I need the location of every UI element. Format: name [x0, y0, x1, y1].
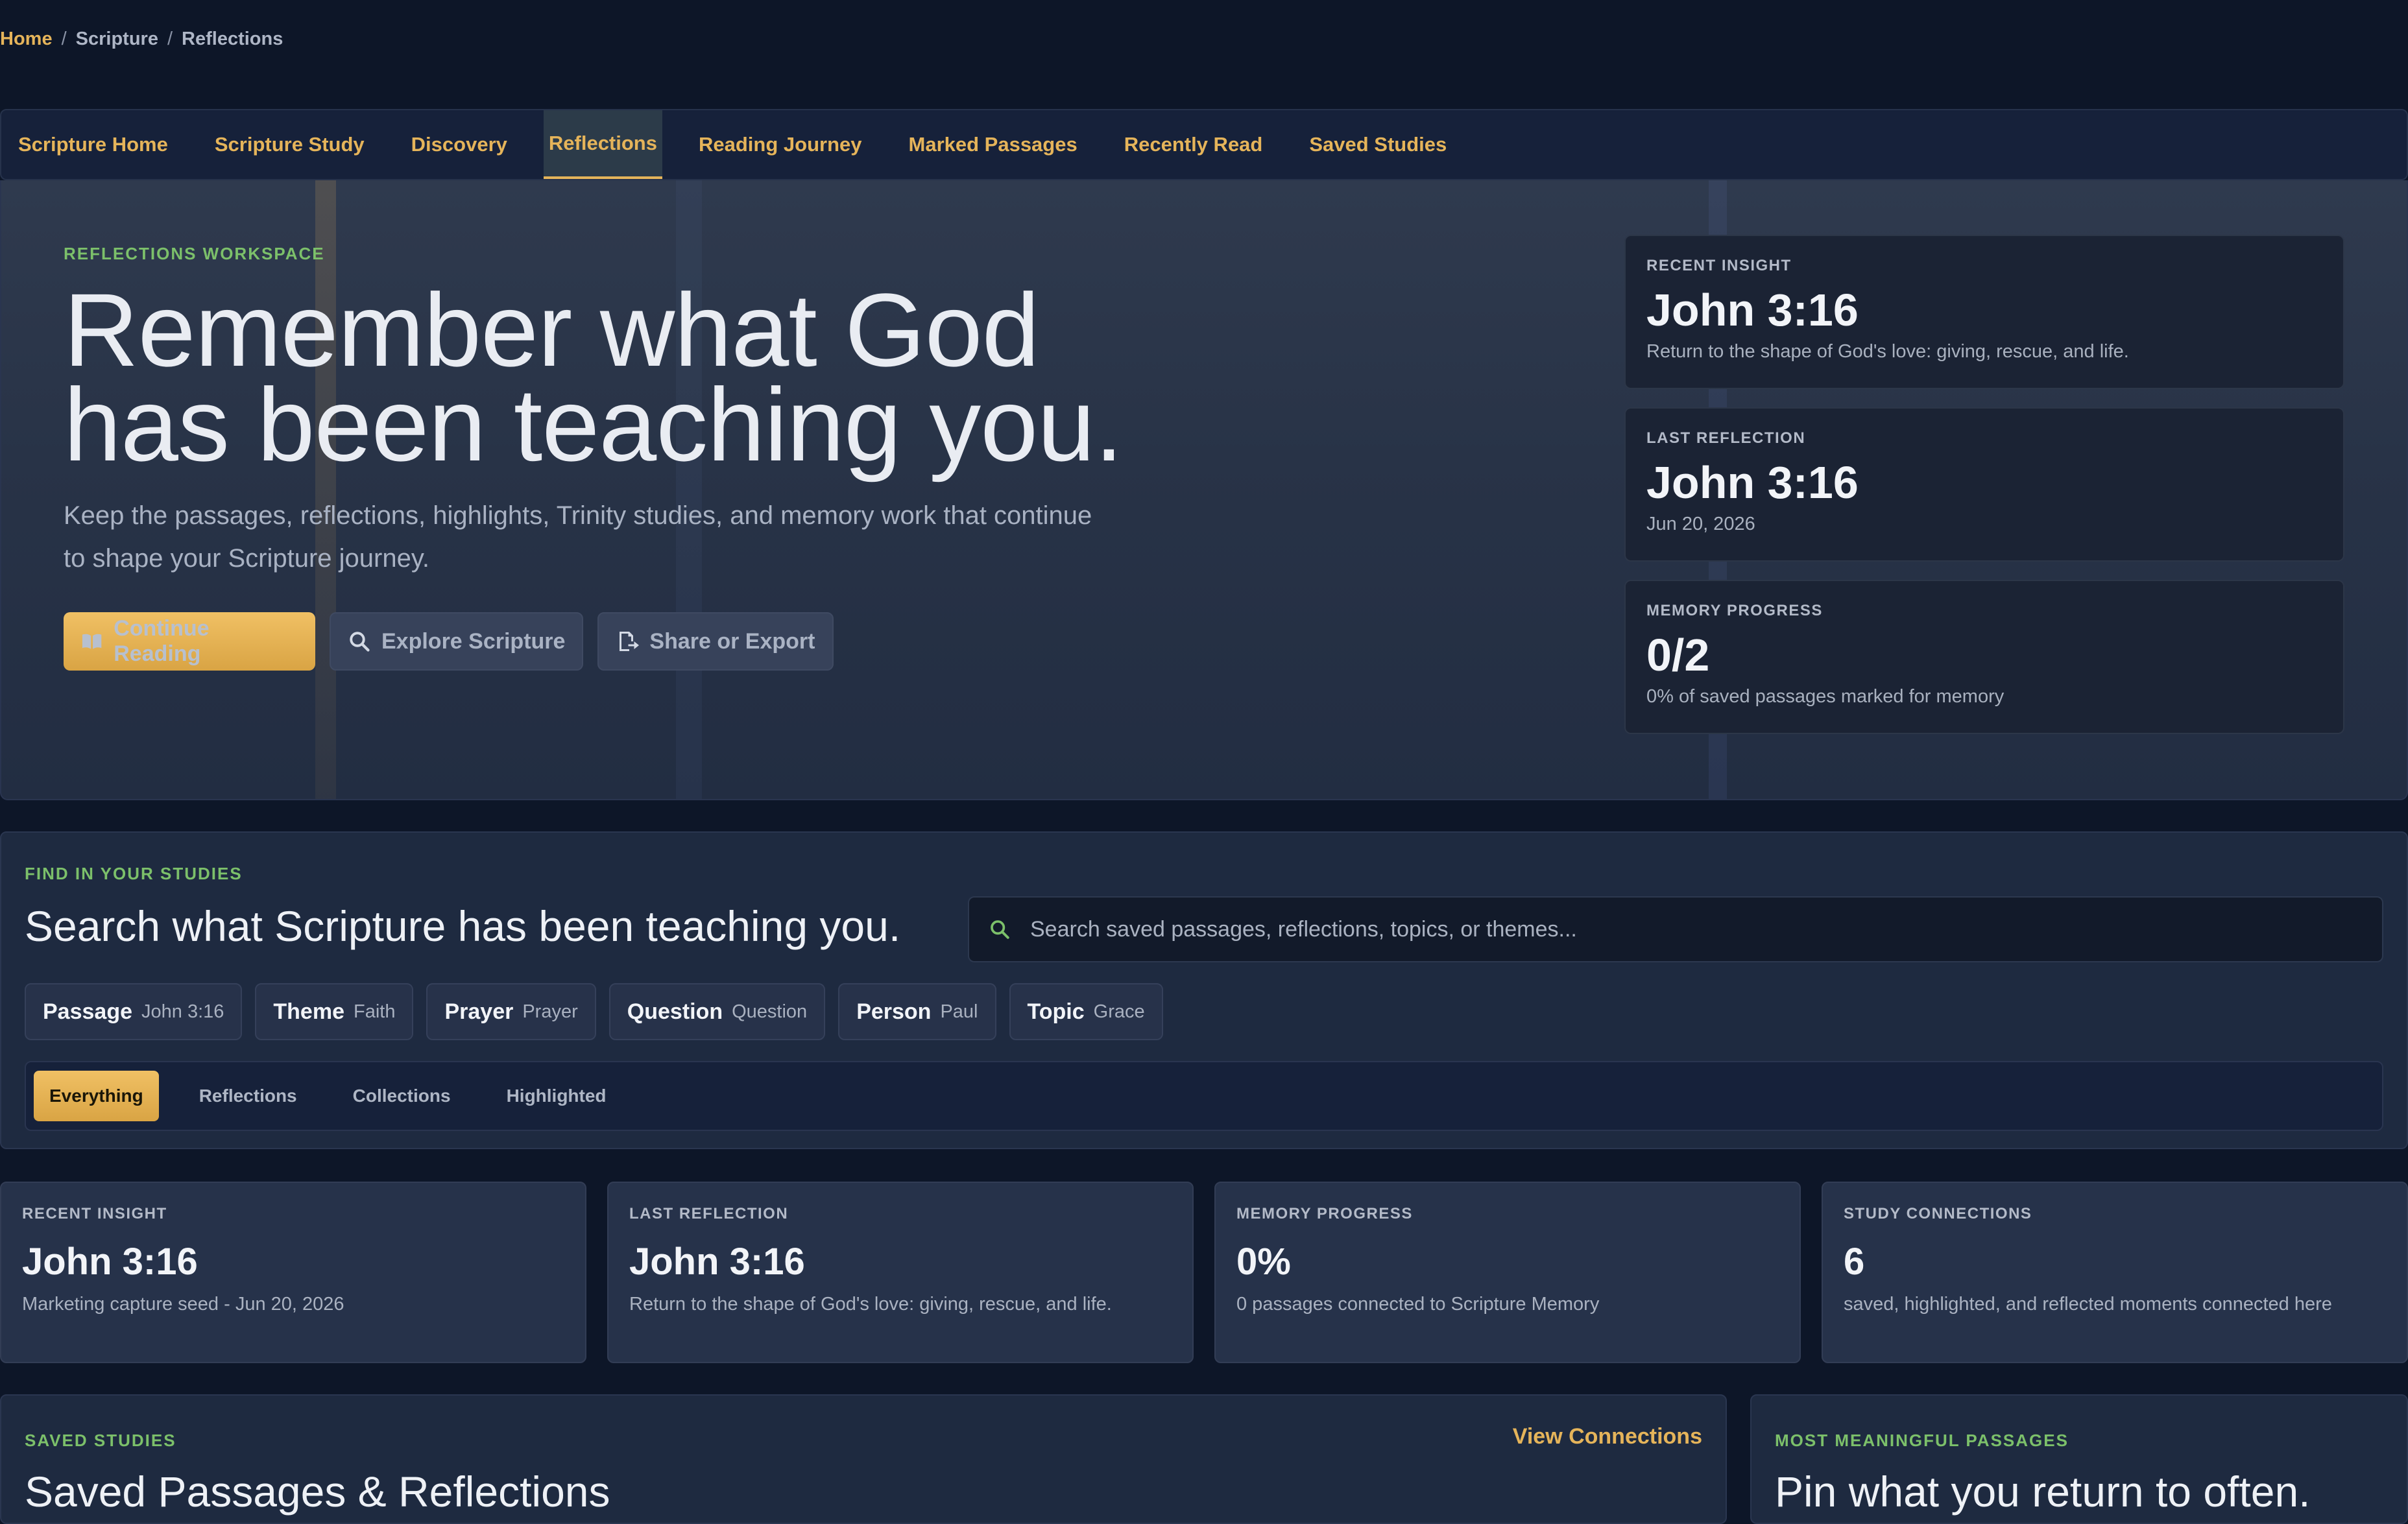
chip-key: Prayer	[444, 999, 514, 1024]
continue-reading-button[interactable]: Continue Reading	[64, 612, 315, 671]
hero-actions: Continue Reading Explore Scripture Share…	[64, 612, 834, 671]
search-icon	[350, 632, 370, 652]
stats-row: RECENT INSIGHT John 3:16 Marketing captu…	[0, 1182, 2408, 1363]
search-section: FIND IN YOUR STUDIES Search what Scriptu…	[0, 831, 2408, 1149]
breadcrumb: Home / Scripture / Reflections	[0, 29, 283, 50]
stat-value: John 3:16	[22, 1241, 198, 1283]
hero-subtitle: Keep the passages, reflections, highligh…	[64, 501, 1092, 573]
stat-label: RECENT INSIGHT	[22, 1205, 167, 1222]
continue-reading-label: Continue Reading	[114, 616, 210, 666]
tab-scripture-study[interactable]: Scripture Study	[204, 110, 375, 179]
filter-tab-everything[interactable]: Everything	[34, 1071, 159, 1121]
stat-value: 6	[1844, 1241, 1865, 1283]
stat-value: John 3:16	[629, 1241, 805, 1283]
book-icon	[82, 634, 102, 649]
chip-value: Faith	[353, 1001, 396, 1022]
chip-key: Question	[627, 999, 723, 1024]
chip-key: Person	[856, 999, 932, 1024]
stat-description: Return to the shape of God's love: givin…	[629, 1294, 1112, 1315]
breadcrumb-separator: /	[167, 29, 173, 49]
chip-question[interactable]: Question Question	[608, 983, 826, 1040]
card-value: John 3:16	[1646, 285, 1859, 335]
breadcrumb-scripture-link[interactable]: Scripture	[76, 29, 158, 50]
stat-memory-progress[interactable]: MEMORY PROGRESS 0% 0 passages connected …	[1214, 1182, 1801, 1363]
search-placeholder: Search saved passages, reflections, topi…	[1030, 916, 1577, 942]
stat-label: MEMORY PROGRESS	[1236, 1205, 1413, 1222]
hero-title: Remember what God has been teaching you.	[64, 278, 1296, 477]
stat-recent-insight[interactable]: RECENT INSIGHT John 3:16 Marketing captu…	[0, 1182, 586, 1363]
content-filter-tabs: Everything Reflections Collections Highl…	[25, 1061, 2383, 1131]
tab-scripture-home[interactable]: Scripture Home	[8, 110, 178, 179]
chip-theme[interactable]: Theme Faith	[255, 983, 414, 1040]
chip-value: Paul	[940, 1001, 978, 1022]
share-export-button[interactable]: Share or Export	[597, 612, 834, 671]
search-eyebrow: FIND IN YOUR STUDIES	[25, 864, 243, 883]
saved-studies-panel: SAVED STUDIES View Connections Saved Pas…	[0, 1394, 1727, 1524]
stat-label: STUDY CONNECTIONS	[1844, 1205, 2032, 1222]
explore-scripture-label: Explore Scripture	[381, 628, 566, 654]
chip-value: Prayer	[522, 1001, 578, 1022]
tab-saved-studies[interactable]: Saved Studies	[1299, 110, 1457, 179]
breadcrumb-separator: /	[61, 29, 67, 49]
filter-tab-highlighted[interactable]: Highlighted	[491, 1071, 622, 1121]
meaningful-passages-eyebrow: MOST MEANINGFUL PASSAGES	[1775, 1431, 2069, 1450]
saved-studies-eyebrow: SAVED STUDIES	[25, 1431, 176, 1450]
filter-tab-reflections[interactable]: Reflections	[184, 1071, 313, 1121]
chip-person[interactable]: Person Paul	[838, 983, 996, 1040]
chip-passage[interactable]: Passage John 3:16	[25, 983, 243, 1040]
stat-study-connections[interactable]: STUDY CONNECTIONS 6 saved, highlighted, …	[1822, 1182, 2408, 1363]
search-input[interactable]: Search saved passages, reflections, topi…	[968, 896, 2383, 962]
meaningful-passages-panel: MOST MEANINGFUL PASSAGES Pin what you re…	[1750, 1394, 2408, 1524]
recent-insight-card[interactable]: RECENT INSIGHT John 3:16 Return to the s…	[1624, 235, 2344, 389]
chip-key: Theme	[273, 999, 344, 1024]
card-description: Jun 20, 2026	[1646, 514, 1755, 534]
card-value: 0/2	[1646, 630, 1710, 680]
hero-summary-cards: RECENT INSIGHT John 3:16 Return to the s…	[1624, 235, 2344, 752]
card-label: LAST REFLECTION	[1646, 429, 1806, 447]
breadcrumb-home-link[interactable]: Home	[0, 29, 53, 50]
quick-filter-chips: Passage John 3:16 Theme Faith Prayer Pra…	[25, 983, 1163, 1040]
memory-progress-card[interactable]: MEMORY PROGRESS 0/2 0% of saved passages…	[1624, 580, 2344, 734]
card-label: RECENT INSIGHT	[1646, 257, 1792, 274]
chip-value: John 3:16	[141, 1001, 224, 1022]
tab-recently-read[interactable]: Recently Read	[1114, 110, 1273, 179]
tab-discovery[interactable]: Discovery	[401, 110, 518, 179]
stat-description: 0 passages connected to Scripture Memory	[1236, 1294, 1600, 1315]
search-icon	[991, 920, 1009, 939]
tab-reflections[interactable]: Reflections	[543, 110, 662, 179]
hero-section: REFLECTIONS WORKSPACE Remember what God …	[0, 180, 2408, 800]
chip-topic[interactable]: Topic Grace	[1009, 983, 1163, 1040]
stat-value: 0%	[1236, 1241, 1291, 1283]
hero-title-line2: has been teaching you.	[64, 366, 1124, 482]
tab-reading-journey[interactable]: Reading Journey	[688, 110, 873, 179]
filter-tab-collections[interactable]: Collections	[337, 1071, 466, 1121]
breadcrumb-current: Reflections	[182, 29, 283, 49]
chip-value: Question	[732, 1001, 808, 1022]
card-description: Return to the shape of God's love: givin…	[1646, 341, 2129, 362]
stat-last-reflection[interactable]: LAST REFLECTION John 3:16 Return to the …	[607, 1182, 1194, 1363]
meaningful-passages-title: Pin what you return to often.	[1775, 1468, 2311, 1516]
share-export-label: Share or Export	[649, 628, 815, 654]
chip-value: Grace	[1093, 1001, 1145, 1022]
export-icon	[620, 632, 640, 651]
top-navigation: Scripture Home Scripture Study Discovery…	[0, 109, 2408, 180]
chip-key: Passage	[43, 999, 132, 1024]
hero-eyebrow: REFLECTIONS WORKSPACE	[64, 244, 325, 263]
stat-description: Marketing capture seed - Jun 20, 2026	[22, 1294, 344, 1315]
tab-marked-passages[interactable]: Marked Passages	[898, 110, 1088, 179]
view-connections-link[interactable]: View Connections	[1513, 1424, 1702, 1449]
card-value: John 3:16	[1646, 457, 1859, 508]
stat-label: LAST REFLECTION	[629, 1205, 789, 1222]
card-description: 0% of saved passages marked for memory	[1646, 686, 2005, 707]
last-reflection-card[interactable]: LAST REFLECTION John 3:16 Jun 20, 2026	[1624, 407, 2344, 562]
saved-studies-title: Saved Passages & Reflections	[25, 1468, 610, 1516]
stat-description: saved, highlighted, and reflected moment…	[1844, 1294, 2332, 1315]
search-title: Search what Scripture has been teaching …	[25, 902, 901, 950]
explore-scripture-button[interactable]: Explore Scripture	[330, 612, 584, 671]
chip-key: Topic	[1027, 999, 1085, 1024]
chip-prayer[interactable]: Prayer Prayer	[426, 983, 596, 1040]
card-label: MEMORY PROGRESS	[1646, 602, 1823, 619]
